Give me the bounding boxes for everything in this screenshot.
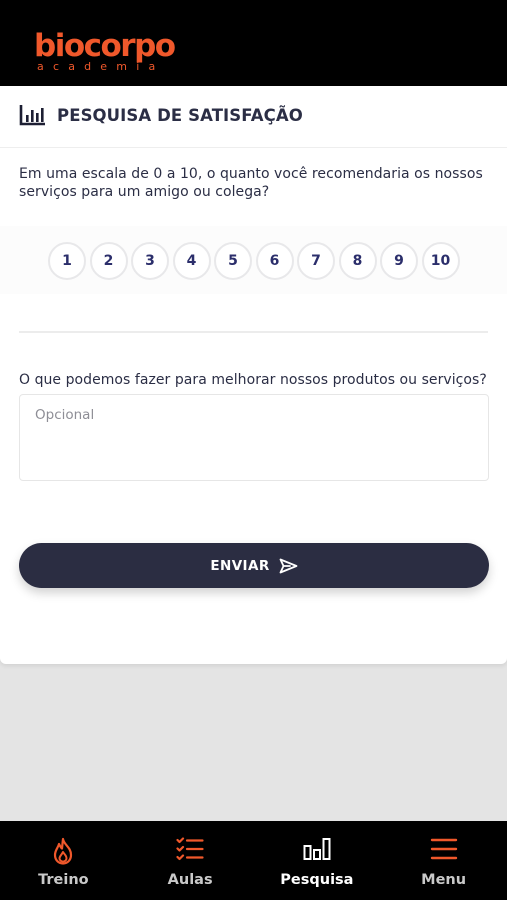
nav-label-aulas: Aulas bbox=[167, 872, 213, 888]
nav-label-pesquisa: Pesquisa bbox=[280, 872, 354, 888]
survey-header: PESQUISA DE SATISFAÇÃO bbox=[0, 86, 507, 148]
nav-item-pesquisa[interactable]: Pesquisa bbox=[254, 821, 381, 900]
bar-chart-icon bbox=[303, 838, 331, 860]
scale-option-6[interactable]: 6 bbox=[255, 242, 294, 280]
scale-option-3[interactable]: 3 bbox=[131, 242, 169, 280]
scale-option-5[interactable]: 5 bbox=[214, 242, 252, 280]
nav-label-menu: Menu bbox=[421, 872, 467, 888]
nps-question: Em uma escala de 0 a 10, o quanto você r… bbox=[19, 166, 483, 200]
submit-label: ENVIAR bbox=[210, 557, 270, 574]
submit-button[interactable]: ENVIAR bbox=[19, 543, 489, 588]
hamburger-icon bbox=[430, 838, 457, 860]
nav-item-treino[interactable]: Treino bbox=[0, 821, 127, 900]
checklist-icon bbox=[176, 837, 204, 861]
biocorpo-logo: biocorpo academia bbox=[34, 28, 176, 78]
survey-card: PESQUISA DE SATISFAÇÃO Em uma escala de … bbox=[0, 86, 507, 664]
scale-option-9[interactable]: 9 bbox=[380, 242, 418, 280]
scale-option-7[interactable]: 7 bbox=[297, 242, 335, 280]
nav-label-treino: Treino bbox=[38, 872, 89, 888]
improve-textarea[interactable] bbox=[19, 394, 489, 481]
improve-question: O que podemos fazer para melhorar nossos… bbox=[19, 372, 487, 388]
nav-item-aulas[interactable]: Aulas bbox=[127, 821, 254, 900]
divider bbox=[19, 331, 488, 333]
nps-scale: 1 2 3 4 5 6 7 8 9 10 bbox=[48, 242, 460, 280]
bottom-nav: Treino Aulas Pesquisa Menu bbox=[0, 821, 507, 900]
bar-chart-icon bbox=[19, 105, 45, 126]
nav-item-menu[interactable]: Menu bbox=[380, 821, 507, 900]
survey-title: PESQUISA DE SATISFAÇÃO bbox=[57, 106, 303, 125]
scale-option-4[interactable]: 4 bbox=[172, 242, 211, 280]
scale-option-1[interactable]: 1 bbox=[48, 242, 86, 280]
logo-subtitle: academia bbox=[37, 60, 165, 73]
scale-option-8[interactable]: 8 bbox=[338, 242, 377, 280]
app-header: biocorpo academia bbox=[0, 0, 507, 86]
scale-option-2[interactable]: 2 bbox=[89, 242, 128, 280]
logo-wordmark: biocorpo bbox=[34, 28, 176, 64]
scale-option-10[interactable]: 10 bbox=[421, 242, 460, 280]
flame-icon bbox=[54, 837, 73, 865]
send-icon bbox=[279, 558, 298, 573]
